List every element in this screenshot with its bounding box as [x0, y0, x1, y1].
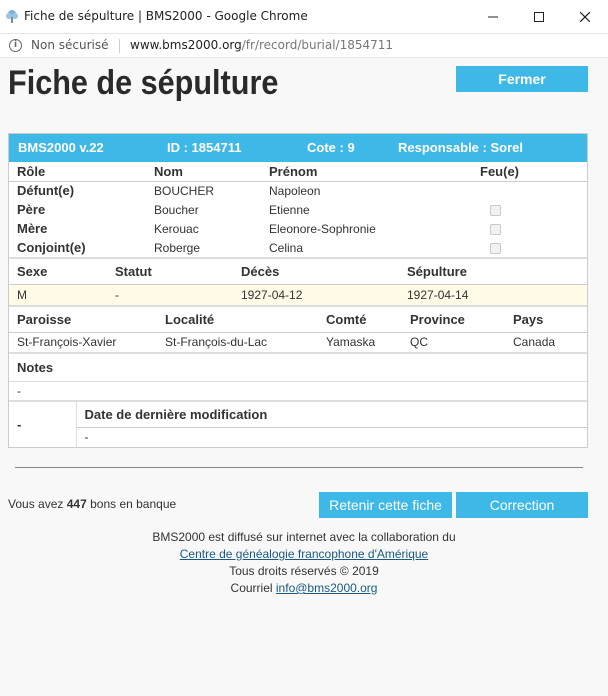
contact-prefix: Courriel	[230, 581, 273, 595]
close-button[interactable]: Fermer	[456, 66, 588, 92]
maximize-button[interactable]	[516, 4, 562, 30]
notes-section: Notes -	[9, 352, 587, 400]
value-sexe: M	[9, 284, 115, 305]
record-version: BMS2000 v.22	[18, 140, 104, 155]
person-row-conjoint: Conjoint(e) Roberge Celina	[9, 238, 587, 257]
url-host: www.bms2000.org	[130, 38, 242, 52]
modification-value: -	[84, 430, 89, 445]
bank-suffix: bons en banque	[90, 497, 177, 511]
details-value-row: M - 1927-04-12 1927-04-14	[9, 284, 587, 305]
value-sepulture: 1927-04-14	[407, 284, 587, 305]
col-header-deces: Décès	[241, 263, 280, 279]
modification-label: Date de dernière modification	[84, 406, 268, 422]
address-bar[interactable]: i Non sécurisé www.bms2000.org/fr/record…	[0, 34, 608, 58]
col-header-nom: Nom	[154, 163, 183, 179]
record-responsable: Responsable : Sorel	[398, 140, 523, 155]
persons-table: Rôle Nom Prénom Feu(e) Défunt(e) BOUCHER…	[9, 162, 587, 257]
close-icon	[580, 12, 590, 22]
person-nom: BOUCHER	[154, 183, 215, 198]
content-divider	[15, 467, 583, 468]
person-nom: Roberge	[154, 240, 201, 255]
location-table: Paroisse Localité Comté Province Pays St…	[9, 305, 587, 352]
record-id: ID : 1854711	[167, 140, 242, 155]
person-role: Mère	[17, 221, 48, 236]
value-pays: Canada	[513, 335, 556, 350]
value-statut: -	[115, 284, 241, 305]
col-header-pays: Pays	[513, 311, 544, 327]
value-deces: 1927-04-12	[241, 284, 407, 305]
modification-value-row: -	[9, 427, 587, 447]
bank-prefix: Vous avez	[8, 497, 64, 511]
col-header-role: Rôle	[17, 163, 46, 179]
persons-header-row: Rôle Nom Prénom Feu(e)	[9, 162, 587, 181]
notes-label: Notes	[17, 360, 54, 375]
info-icon[interactable]: i	[9, 39, 22, 52]
person-row-pere: Père Boucher Etienne	[9, 200, 587, 219]
url-text[interactable]: www.bms2000.org/fr/record/burial/1854711	[130, 38, 393, 52]
person-prenom: Eleonore-Sophronie	[269, 221, 376, 236]
person-feu-empty	[480, 181, 587, 200]
person-nom: Kerouac	[154, 221, 199, 236]
location-value-row: St-François-Xavier St-François-du-Lac Ya…	[9, 332, 587, 352]
security-status[interactable]: Non sécurisé	[31, 38, 108, 52]
col-header-paroisse: Paroisse	[17, 311, 72, 327]
footer-link-centre[interactable]: Centre de généalogie francophone d'Améri…	[180, 547, 428, 561]
app-tree-icon	[6, 10, 18, 23]
bank-status: Vous avez 447 bons en banque	[8, 497, 176, 511]
person-role: Conjoint(e)	[17, 240, 86, 255]
minimize-icon	[488, 16, 498, 18]
col-header-prenom: Prénom	[269, 163, 318, 179]
col-header-sepulture: Sépulture	[407, 263, 467, 279]
burial-record: BMS2000 v.22 ID : 1854711 Cote : 9 Respo…	[8, 133, 588, 448]
maximize-icon	[534, 12, 544, 22]
correction-button[interactable]: Correction	[456, 492, 588, 518]
notes-value: -	[9, 381, 587, 400]
person-role: Défunt(e)	[17, 183, 75, 199]
value-comte: Yamaska	[326, 335, 376, 350]
person-row-mere: Mère Kerouac Eleonore-Sophronie	[9, 219, 587, 238]
feu-checkbox[interactable]	[490, 242, 501, 254]
details-table: Sexe Statut Décès Sépulture M - 1927-04-…	[9, 257, 587, 305]
person-prenom: Napoleon	[269, 183, 321, 198]
value-paroisse: St-François-Xavier	[17, 335, 117, 350]
col-header-statut: Statut	[115, 263, 152, 279]
col-header-localite: Localité	[165, 311, 215, 327]
retain-record-button[interactable]: Retenir cette fiche	[319, 492, 452, 518]
col-header-sexe: Sexe	[17, 263, 48, 279]
window-title: Fiche de sépulture | BMS2000 - Google Ch…	[24, 9, 308, 23]
footer-line1: BMS2000 est diffusé sur internet avec la…	[152, 530, 456, 544]
col-header-comte: Comté	[326, 311, 367, 327]
person-row-defunt: Défunt(e) BOUCHER Napoleon	[9, 181, 587, 200]
modification-table: - Date de dernière modification -	[9, 400, 587, 447]
footer-email-link[interactable]: info@bms2000.org	[276, 581, 378, 595]
close-window-button[interactable]	[562, 4, 608, 30]
modification-left-value: -	[9, 401, 77, 447]
feu-checkbox[interactable]	[490, 204, 501, 216]
value-localite: St-François-du-Lac	[165, 335, 268, 350]
col-header-feu: Feu(e)	[480, 163, 519, 179]
page-title: Fiche de sépulture	[8, 64, 279, 102]
footer-copyright: Tous droits réservés © 2019	[229, 564, 379, 578]
feu-checkbox[interactable]	[490, 223, 501, 235]
footer-contact: Courriel info@bms2000.org	[0, 580, 608, 597]
person-nom: Boucher	[154, 202, 199, 217]
person-prenom: Etienne	[269, 202, 310, 217]
footer: BMS2000 est diffusé sur internet avec la…	[0, 529, 608, 597]
bank-count: 447	[66, 497, 87, 511]
location-header-row: Paroisse Localité Comté Province Pays	[9, 306, 587, 332]
details-header-row: Sexe Statut Décès Sépulture	[9, 258, 587, 284]
value-province: QC	[410, 335, 428, 350]
url-path: /fr/record/burial/1854711	[241, 38, 394, 52]
person-prenom: Celina	[269, 240, 304, 255]
record-header: BMS2000 v.22 ID : 1854711 Cote : 9 Respo…	[9, 134, 587, 162]
col-header-province: Province	[410, 311, 465, 327]
address-separator	[119, 39, 120, 53]
minimize-button[interactable]	[470, 4, 516, 30]
record-cote: Cote : 9	[307, 140, 355, 155]
window-titlebar: Fiche de sépulture | BMS2000 - Google Ch…	[0, 0, 608, 34]
modification-header-row: - Date de dernière modification	[9, 401, 587, 447]
person-role: Père	[17, 202, 46, 217]
